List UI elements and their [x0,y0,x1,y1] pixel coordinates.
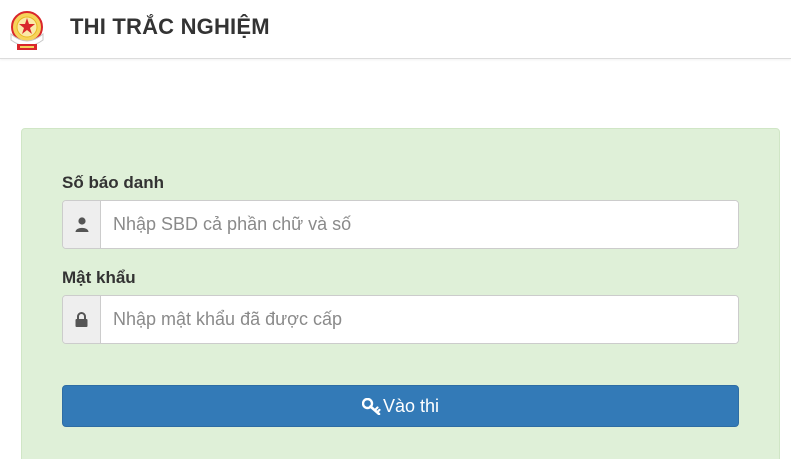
lock-icon [63,296,101,343]
school-emblem-logo[interactable] [6,8,48,52]
password-input[interactable] [101,296,738,343]
enter-exam-label: Vào thi [382,395,440,416]
candidate-id-input[interactable] [101,201,738,248]
key-icon [361,397,381,415]
user-icon [63,201,101,248]
enter-exam-button[interactable]: Vào thi [62,385,739,427]
app-title: THI TRẮC NGHIỆM [70,14,270,39]
password-group [62,295,739,344]
candidate-id-label: Số báo danh [62,173,164,192]
password-label: Mật khẩu [62,268,136,287]
candidate-id-group [62,200,739,249]
top-navbar: THI TRẮC NGHIỆM [0,0,791,59]
